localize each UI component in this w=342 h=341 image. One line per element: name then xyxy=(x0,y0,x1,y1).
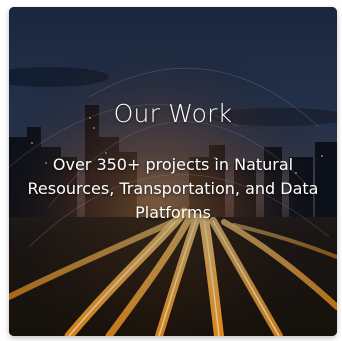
card-title: Our Work xyxy=(113,99,233,128)
our-work-card[interactable]: Our Work Over 350+ projects in Natural R… xyxy=(9,7,337,336)
card-description: Over 350+ projects in Natural Resources,… xyxy=(27,155,319,222)
